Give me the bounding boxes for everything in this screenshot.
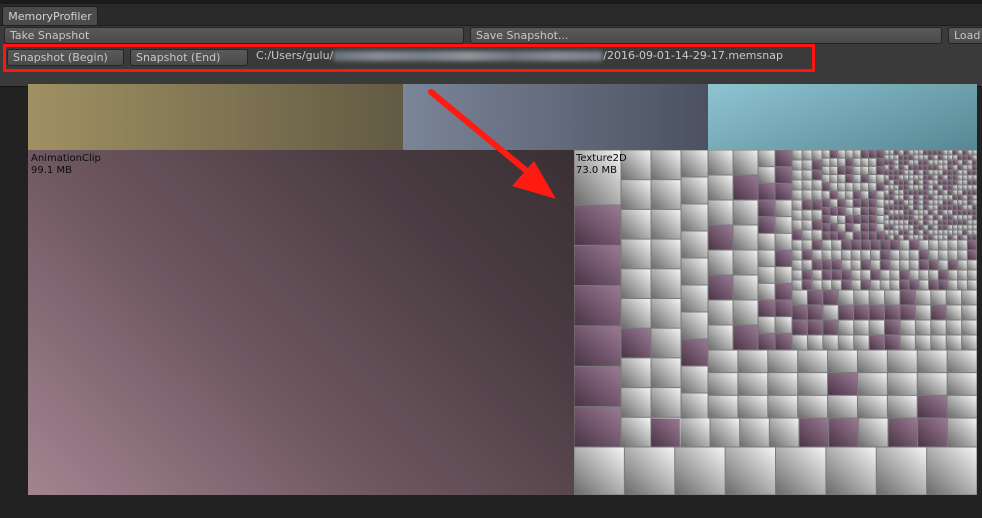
red-arrow-icon <box>428 89 556 199</box>
